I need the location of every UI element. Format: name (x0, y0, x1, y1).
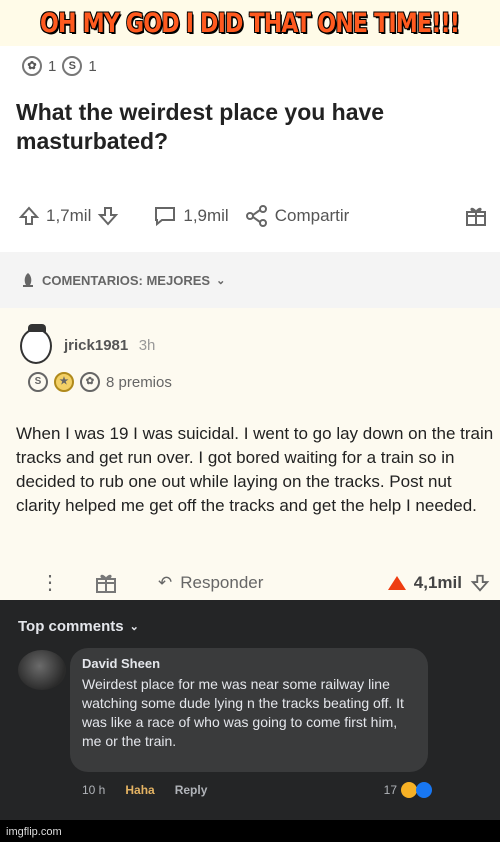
fb-comment-meta: 10 h Haha Reply 17 (82, 782, 432, 798)
reaction-count-value: 17 (383, 783, 397, 797)
comment-votes: 4,1mil (387, 572, 490, 593)
chevron-down-icon: ⌄ (216, 274, 226, 287)
chevron-down-icon: ⌄ (129, 621, 139, 633)
watermark: imgflip.com (6, 826, 62, 838)
comment-username[interactable]: jrick1981 (64, 337, 128, 354)
upvote-group[interactable]: 1,7mil (18, 205, 119, 227)
like-emoji-icon (416, 782, 432, 798)
comment-count: 1,9mil (183, 206, 229, 225)
comment-header: jrick1981 3h (20, 324, 156, 364)
share-icon (245, 205, 267, 227)
reaction-count[interactable]: 17 (384, 782, 432, 798)
top-comments-label: Top comments (18, 618, 124, 635)
award-count: 1 (48, 57, 57, 75)
gold-award-icon: ★ (54, 372, 74, 392)
gift-icon (466, 207, 486, 226)
reply-button[interactable]: ↶ Responder (158, 573, 263, 593)
comments-button[interactable]: 1,9mil (153, 205, 229, 227)
haha-emoji-icon (401, 782, 417, 798)
comment-vote-count: 4,1mil (413, 572, 462, 592)
share-button[interactable]: Compartir (245, 205, 350, 227)
comment-bubble-icon (155, 207, 176, 227)
sort-label: COMENTARIOS: MEJORES (42, 272, 211, 288)
comment-bubble: David Sheen Weirdest place for me was ne… (70, 648, 428, 772)
top-comments-dropdown[interactable]: Top comments ⌄ (18, 618, 139, 635)
comment-actions: ⋮ ↶ Responder 4,1mil (40, 570, 490, 595)
award-icon: ✿ (80, 372, 100, 392)
fb-time: 10 h (82, 783, 106, 797)
more-options-icon[interactable]: ⋮ (40, 570, 94, 595)
awards-count-label: 8 premios (106, 373, 172, 391)
haha-reaction-link[interactable]: Haha (125, 783, 154, 797)
downvote-arrow-icon[interactable] (470, 573, 490, 593)
meme-caption-bar: OH MY GOD I DID THAT ONE TIME!!! (0, 0, 500, 46)
award-icon: ✿ (22, 56, 42, 76)
comment-time: 3h (138, 337, 156, 354)
downvote-arrow-icon (98, 207, 119, 226)
silver-award-icon: S (28, 372, 48, 392)
gift-icon[interactable] (94, 571, 118, 595)
comment-body: When I was 19 I was suicidal. I went to … (16, 424, 494, 515)
reply-label: Responder (180, 572, 264, 592)
reddit-post: ✿ 1 S 1 What the weirdest place you have… (0, 46, 500, 252)
upvote-count: 1,7mil (46, 206, 92, 225)
upvote-arrow-icon (18, 206, 40, 225)
reddit-comment: jrick1981 3h S ★ ✿ 8 premios When I was … (0, 308, 500, 600)
avatar[interactable] (20, 324, 52, 364)
meme-caption: OH MY GOD I DID THAT ONE TIME!!! (40, 7, 460, 39)
share-label: Compartir (274, 206, 350, 225)
post-awards: ✿ 1 S 1 (22, 56, 97, 76)
avatar[interactable] (18, 650, 66, 690)
comment-sort-bar[interactable]: COMENTARIOS: MEJORES ⌄ (0, 252, 500, 308)
reply-link[interactable]: Reply (175, 783, 208, 797)
silver-award-icon: S (62, 56, 83, 76)
award-count: 1 (88, 57, 97, 75)
award-button[interactable] (464, 204, 488, 228)
upvote-arrow-icon[interactable] (387, 575, 406, 590)
comment-awards: S ★ ✿ 8 premios (28, 372, 172, 392)
facebook-comments: Top comments ⌄ David Sheen Weirdest plac… (0, 600, 500, 820)
post-actions: 1,7mil 1,9mil Compartir (18, 201, 488, 231)
fb-comment-text: Weirdest place for me was near some rail… (82, 676, 404, 749)
commenter-name[interactable]: David Sheen (82, 656, 416, 671)
post-title: What the weirdest place you have masturb… (16, 99, 385, 154)
rocket-icon (23, 273, 33, 287)
reply-arrow-icon: ↶ (158, 572, 173, 592)
